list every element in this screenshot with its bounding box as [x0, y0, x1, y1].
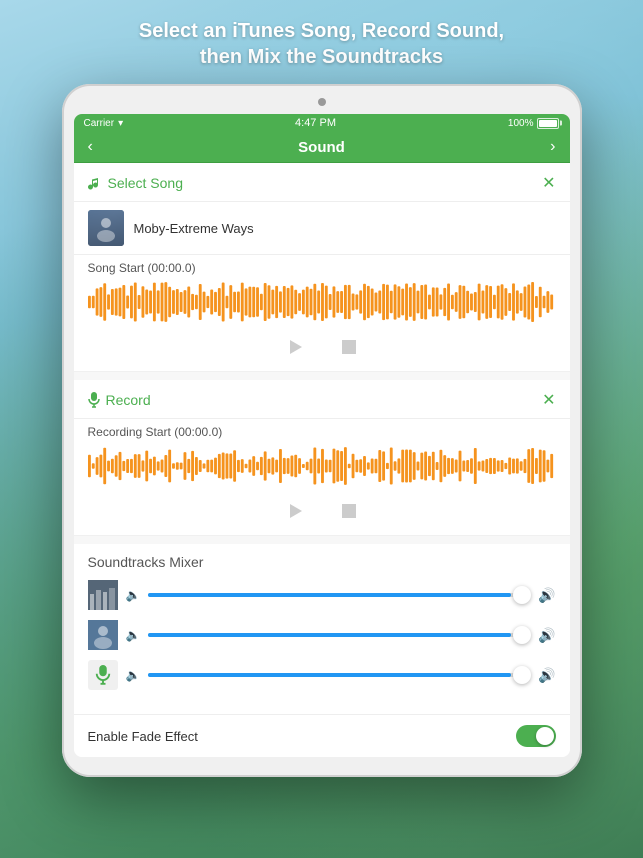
- select-song-header: Select Song ✕: [74, 163, 570, 202]
- header-line2: then Mix the Soundtracks: [200, 46, 443, 68]
- record-left[interactable]: Record: [88, 392, 151, 408]
- mixer-vol-max-2: 🔊: [538, 627, 555, 644]
- status-time: 4:47 PM: [295, 117, 336, 129]
- carrier-label: Carrier: [84, 118, 115, 129]
- song-waveform-svg: [88, 280, 556, 324]
- select-song-left[interactable]: Select Song: [88, 175, 184, 191]
- select-song-card: Select Song ✕: [74, 163, 570, 372]
- mixer-vol-max-3: 🔊: [538, 667, 555, 684]
- record-play-button[interactable]: [283, 499, 307, 523]
- fade-row: Enable Fade Effect: [74, 714, 570, 757]
- record-label[interactable]: Record: [106, 392, 151, 408]
- mixer-vol-min-3: 🔈: [126, 668, 141, 682]
- song-thumb-image: [88, 210, 124, 246]
- song-waveform: [74, 277, 570, 329]
- record-waveform-label: Recording Start (00:00.0): [74, 419, 570, 441]
- record-waveform: [74, 441, 570, 493]
- mixer-slider-1[interactable]: [148, 593, 530, 597]
- mixer-section: Soundtracks Mixer 🔈: [74, 544, 570, 714]
- record-stop-button[interactable]: [337, 499, 361, 523]
- battery-percent: 100%: [508, 118, 534, 129]
- wifi-icon: ▾: [118, 118, 123, 129]
- mixer-thumb-city: [88, 580, 118, 610]
- mixer-vol-min-2: 🔈: [126, 628, 141, 642]
- record-playback-controls: [74, 493, 570, 536]
- header-line1: Select an iTunes Song, Record Sound,: [139, 20, 504, 42]
- music-note-icon: [88, 176, 102, 190]
- song-play-button[interactable]: [283, 335, 307, 359]
- ipad-frame: Carrier ▾ 4:47 PM 100% ‹ Sound ›: [62, 84, 582, 777]
- camera-dot: [318, 98, 326, 106]
- nav-title: Sound: [298, 139, 345, 156]
- song-name: Moby-Extreme Ways: [134, 221, 254, 236]
- mixer-row-mic: 🔈 🔊: [88, 660, 556, 690]
- back-button[interactable]: ‹: [88, 138, 93, 156]
- mixer-row-person: 🔈 🔊: [88, 620, 556, 650]
- mixer-vol-min-1: 🔈: [126, 588, 141, 602]
- page-header: Select an iTunes Song, Record Sound, the…: [0, 0, 643, 84]
- toggle-knob: [536, 727, 554, 745]
- battery-icon: [537, 118, 559, 129]
- nav-bar: ‹ Sound ›: [74, 132, 570, 163]
- mixer-vol-max-1: 🔊: [538, 587, 555, 604]
- record-card: Record ✕ Recording Start (00:00.0): [74, 380, 570, 536]
- status-bar: Carrier ▾ 4:47 PM 100%: [74, 114, 570, 132]
- mixer-slider-3[interactable]: [148, 673, 530, 677]
- microphone-icon: [88, 392, 100, 408]
- fade-label: Enable Fade Effect: [88, 729, 198, 744]
- song-playback-controls: [74, 329, 570, 372]
- screen: Carrier ▾ 4:47 PM 100% ‹ Sound ›: [74, 114, 570, 757]
- forward-button[interactable]: ›: [550, 138, 555, 156]
- select-song-label[interactable]: Select Song: [108, 175, 184, 191]
- select-song-close[interactable]: ✕: [542, 173, 555, 193]
- song-thumbnail: [88, 210, 124, 246]
- mixer-thumb-person: [88, 620, 118, 650]
- mixer-row-city: 🔈 🔊: [88, 580, 556, 610]
- fade-toggle[interactable]: [516, 725, 556, 747]
- content-area: Select Song ✕: [74, 163, 570, 757]
- song-row: Moby-Extreme Ways: [74, 202, 570, 255]
- song-waveform-label: Song Start (00:00.0): [74, 255, 570, 277]
- song-stop-button[interactable]: [337, 335, 361, 359]
- record-waveform-svg: [88, 444, 556, 488]
- mixer-title: Soundtracks Mixer: [88, 554, 556, 570]
- record-header: Record ✕: [74, 380, 570, 419]
- mixer-slider-2[interactable]: [148, 633, 530, 637]
- mixer-thumb-mic: [88, 660, 118, 690]
- record-close[interactable]: ✕: [542, 390, 555, 410]
